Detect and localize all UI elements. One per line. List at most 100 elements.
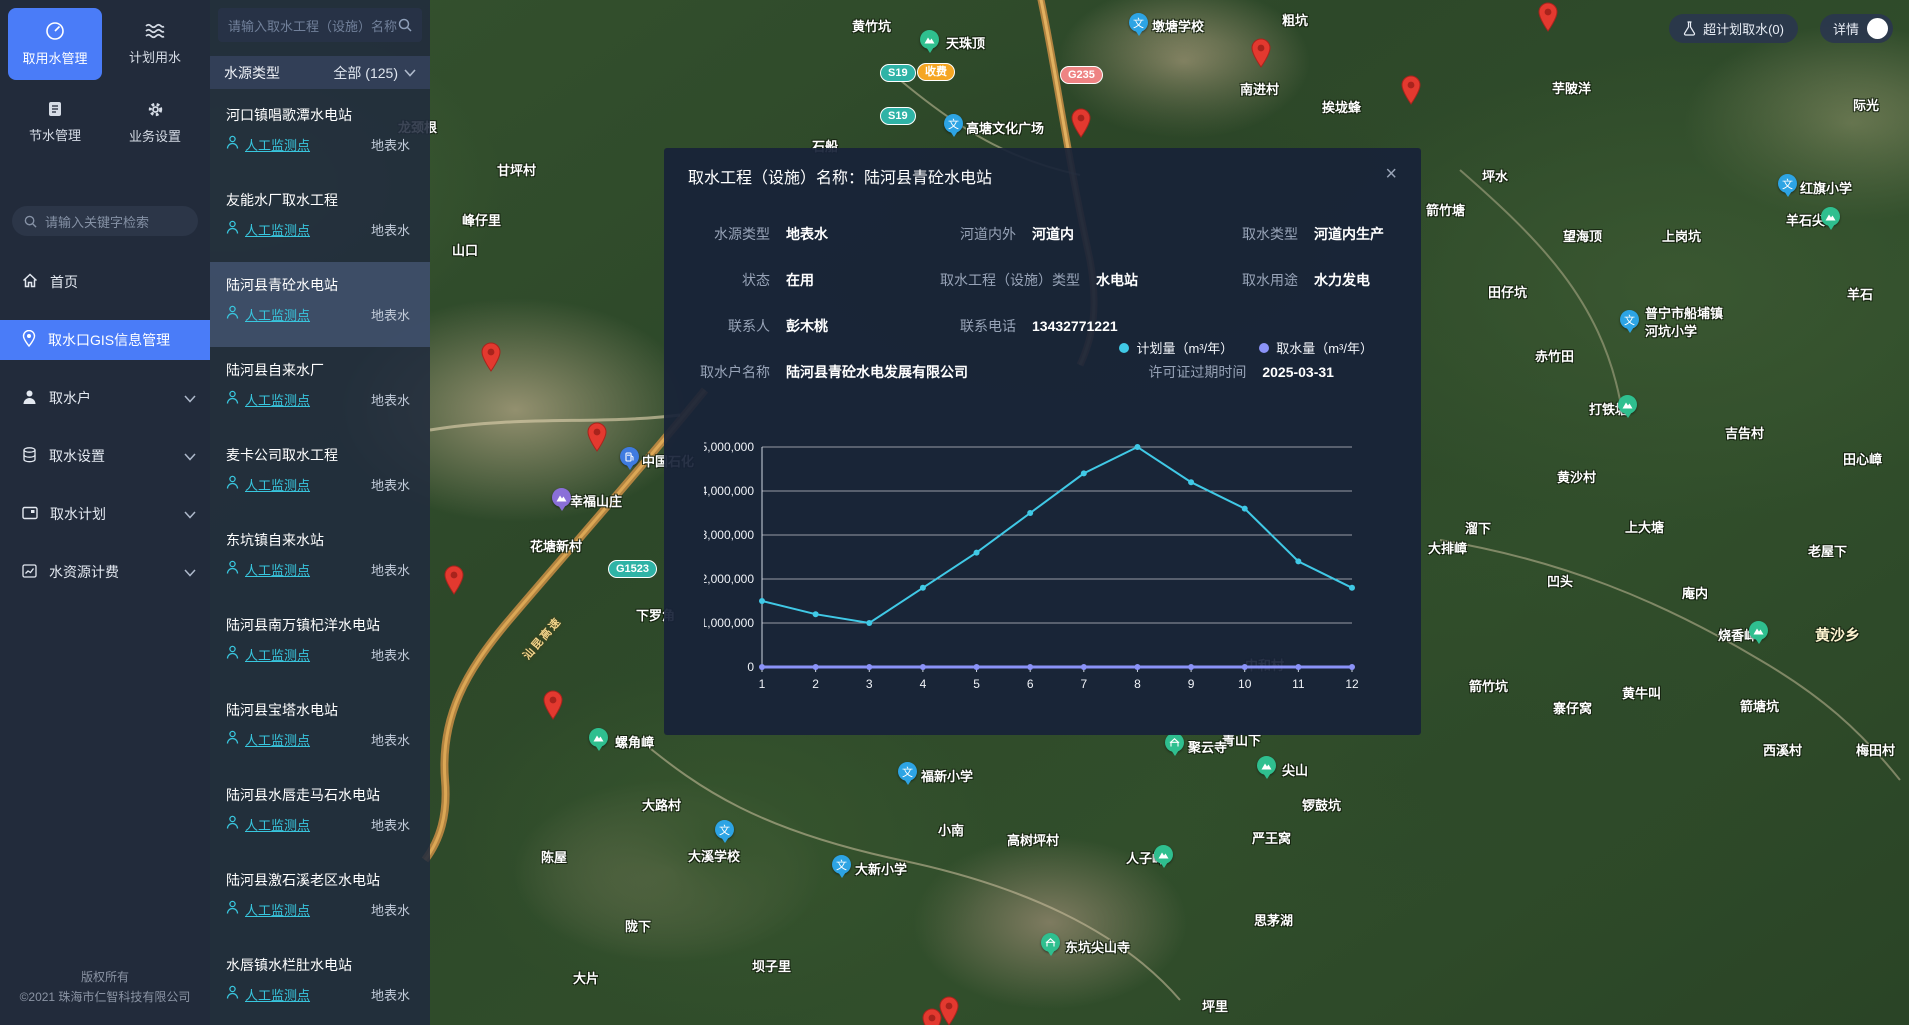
module-4[interactable]: 业务设置 — [108, 86, 202, 158]
monitor-tag[interactable]: 人工监测点 — [245, 135, 371, 154]
mountain-poi-pin[interactable] — [1749, 621, 1768, 640]
module-3[interactable]: 节水管理 — [8, 86, 102, 158]
menu-item-label: 取水口GIS信息管理 — [48, 330, 196, 350]
water-type: 地表水 — [371, 220, 416, 239]
monitor-tag[interactable]: 人工监测点 — [245, 645, 371, 664]
map-place-label: 河坑小学 — [1645, 321, 1697, 340]
search-icon[interactable] — [398, 18, 412, 32]
red-station-marker[interactable] — [1400, 75, 1422, 105]
station-list-item[interactable]: 陆河县水唇走马石水电站人工监测点地表水 — [210, 772, 430, 857]
school-poi-pin[interactable]: 文 — [1778, 174, 1797, 193]
svg-text:11: 11 — [1292, 677, 1305, 691]
station-list-item[interactable]: 河口镇唱歌潭水电站人工监测点地表水 — [210, 92, 430, 177]
mountain-poi-pin[interactable] — [1618, 395, 1637, 414]
monitor-tag[interactable]: 人工监测点 — [245, 560, 371, 579]
monitor-tag[interactable]: 人工监测点 — [245, 815, 371, 834]
monitor-tag[interactable]: 人工监测点 — [245, 730, 371, 749]
resort-poi-pin[interactable] — [552, 488, 571, 507]
monitor-tag[interactable]: 人工监测点 — [245, 985, 371, 1004]
search-icon — [24, 215, 37, 228]
menu-item-3[interactable]: 取水户 — [0, 378, 210, 418]
map-place-label: 陇下 — [625, 916, 651, 935]
station-list-item[interactable]: 麦卡公司取水工程人工监测点地表水 — [210, 432, 430, 517]
modal-header: 取水工程（设施）名称：陆河县青砼水电站 × — [664, 148, 1421, 188]
monitor-tag[interactable]: 人工监测点 — [245, 900, 371, 919]
station-list-item[interactable]: 陆河县青砼水电站人工监测点地表水 — [210, 262, 430, 347]
mountain-poi-pin[interactable] — [589, 728, 608, 747]
station-name: 麦卡公司取水工程 — [226, 445, 416, 465]
chevron-down-icon — [184, 564, 196, 580]
mountain-poi-pin[interactable] — [1154, 845, 1173, 864]
module-2[interactable]: 计划用水 — [108, 8, 202, 80]
map-place-label: 大溪学校 — [688, 846, 740, 865]
red-station-marker[interactable] — [1250, 38, 1272, 68]
menu-item-1[interactable]: 首页 — [0, 262, 210, 302]
gas-poi-pin[interactable] — [620, 447, 639, 466]
red-station-marker[interactable] — [443, 565, 465, 595]
mountain-poi-pin[interactable] — [1257, 756, 1276, 775]
map-place-label: 黄牛叫 — [1622, 683, 1661, 702]
monitor-tag[interactable]: 人工监测点 — [245, 220, 371, 239]
station-list-item[interactable]: 友能水厂取水工程人工监测点地表水 — [210, 177, 430, 262]
gauge-icon — [45, 21, 65, 41]
water-source-filter[interactable]: 水源类型 全部 (125) — [210, 56, 430, 89]
road-badge: 收费 — [917, 63, 955, 81]
menu-item-label: 取水设置 — [49, 446, 172, 466]
school-poi-pin[interactable]: 文 — [1620, 310, 1639, 329]
station-panel: 请输入取水工程（设施）名称 水源类型 全部 (125) 河口镇唱歌潭水电站人工监… — [210, 0, 430, 1025]
temple-poi-pin[interactable] — [1165, 733, 1184, 752]
temple-poi-pin[interactable] — [1041, 933, 1060, 952]
school-poi-pin[interactable]: 文 — [944, 114, 963, 133]
menu-item-2[interactable]: 取水口GIS信息管理 — [0, 320, 210, 360]
detail-toggle[interactable]: 详情 — [1820, 14, 1893, 43]
menu-item-4[interactable]: 取水设置 — [0, 436, 210, 476]
module-1[interactable]: 取用水管理 — [8, 8, 102, 80]
menu-item-6[interactable]: 水资源计费 — [0, 552, 210, 592]
close-icon[interactable]: × — [1381, 164, 1401, 184]
station-list-item[interactable]: 水唇镇水栏肚水电站人工监测点地表水 — [210, 942, 430, 1025]
map-place-label: 田仔坑 — [1488, 282, 1527, 301]
station-list-item[interactable]: 陆河县激石溪老区水电站人工监测点地表水 — [210, 857, 430, 942]
red-station-marker[interactable] — [542, 690, 564, 720]
station-chart: 01,000,0002,000,0003,000,0004,000,0005,0… — [704, 318, 1384, 713]
red-station-marker[interactable] — [586, 422, 608, 452]
red-station-marker[interactable] — [921, 1008, 943, 1025]
map-place-label: 黄沙乡 — [1815, 624, 1860, 645]
svg-text:8: 8 — [1134, 677, 1141, 691]
station-list-item[interactable]: 陆河县宝塔水电站人工监测点地表水 — [210, 687, 430, 772]
menu-item-label: 水资源计费 — [49, 562, 172, 582]
overplan-water-button[interactable]: 超计划取水(0) — [1669, 14, 1798, 43]
mountain-poi-pin[interactable] — [1821, 207, 1840, 226]
road-badge: S19 — [880, 64, 916, 82]
monitor-tag[interactable]: 人工监测点 — [245, 305, 371, 324]
school-poi-pin[interactable]: 文 — [832, 855, 851, 874]
station-search-input[interactable]: 请输入取水工程（设施）名称 — [218, 8, 422, 42]
field-row: 状态在用取水工程（设施）类型水电站取水用途水力发电 — [694, 270, 1391, 290]
water-type: 地表水 — [371, 475, 416, 494]
station-list-item[interactable]: 陆河县自来水厂人工监测点地表水 — [210, 347, 430, 432]
red-station-marker[interactable] — [1070, 108, 1092, 138]
station-list-item[interactable]: 东坑镇自来水站人工监测点地表水 — [210, 517, 430, 602]
map-place-label: 甘坪村 — [497, 160, 536, 179]
station-list-item[interactable]: 陆河县南万镇杞洋水电站人工监测点地表水 — [210, 602, 430, 687]
station-name: 陆河县自来水厂 — [226, 360, 416, 380]
school-poi-pin[interactable]: 文 — [1129, 13, 1148, 32]
person-icon — [226, 475, 239, 494]
menu-item-5[interactable]: 取水计划 — [0, 494, 210, 534]
waves-icon — [144, 22, 166, 40]
school-poi-pin[interactable]: 文 — [715, 820, 734, 839]
red-station-marker[interactable] — [1537, 2, 1559, 32]
mountain-poi-pin[interactable] — [920, 30, 939, 49]
monitor-tag[interactable]: 人工监测点 — [245, 390, 371, 409]
svg-text:1,000,000: 1,000,000 — [704, 616, 754, 630]
svg-text:10: 10 — [1238, 677, 1252, 691]
red-station-marker[interactable] — [480, 342, 502, 372]
keyword-search-input[interactable]: 请输入关键字检索 — [12, 206, 198, 236]
app: 汕昆高速 黄竹坑粗坑南进村挨垅蜂芋陂洋际光天珠顶墩塘学校石船高塘文化广场龙颈根甘… — [0, 0, 1909, 1025]
map-place-label: 挨垅蜂 — [1322, 97, 1361, 116]
overplan-water-label: 超计划取水(0) — [1703, 19, 1784, 38]
school-poi-pin[interactable]: 文 — [898, 762, 917, 781]
person-icon — [226, 900, 239, 919]
water-type: 地表水 — [371, 900, 416, 919]
monitor-tag[interactable]: 人工监测点 — [245, 475, 371, 494]
